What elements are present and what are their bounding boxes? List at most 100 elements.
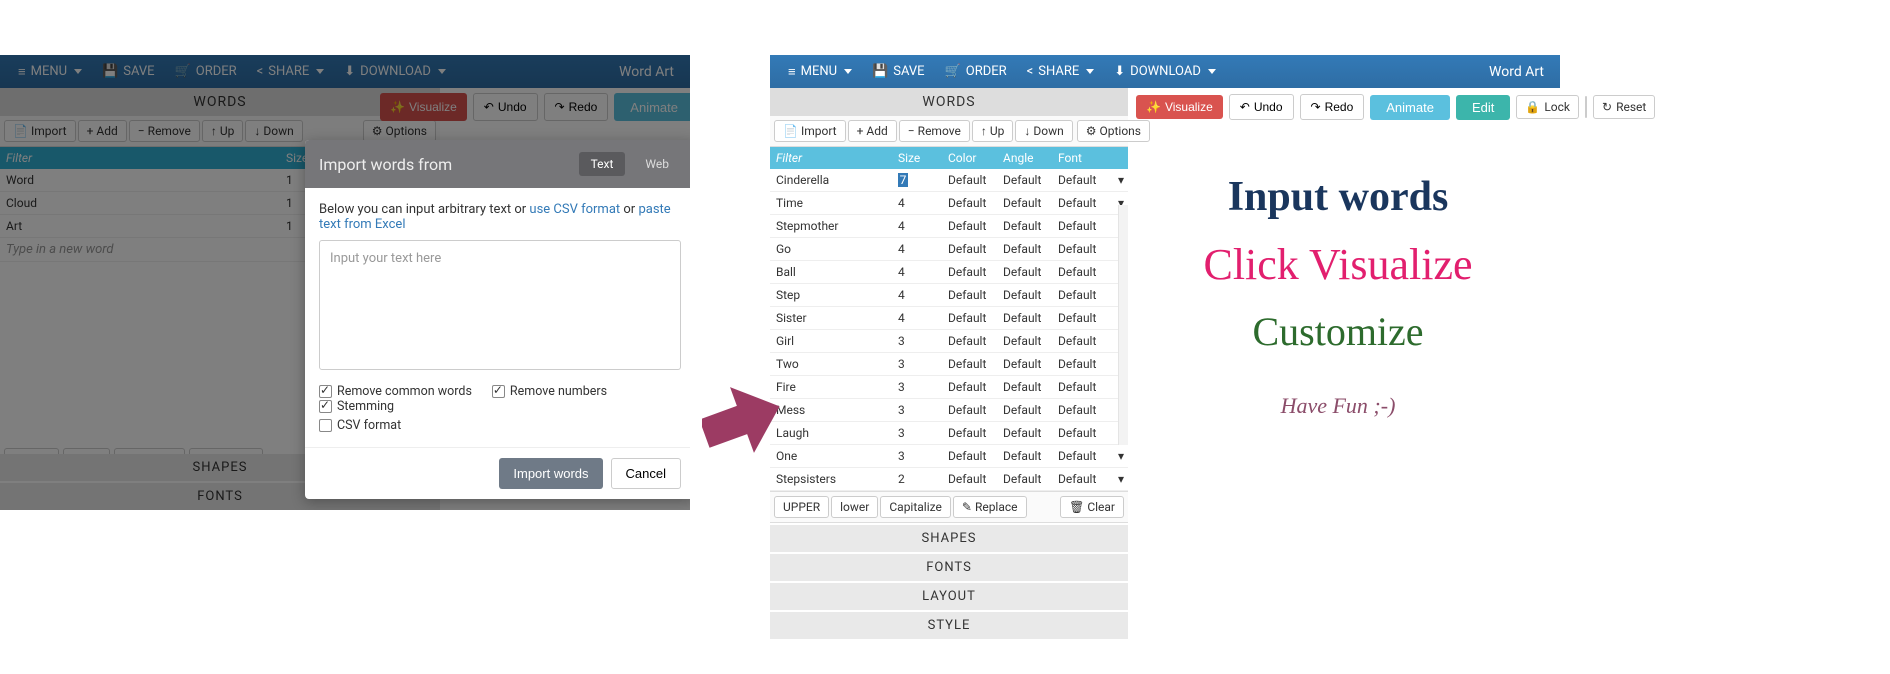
angle-cell[interactable]: Default	[997, 284, 1052, 306]
word-cell[interactable]: Cinderella	[770, 169, 892, 191]
save-button[interactable]: 💾 SAVE	[92, 55, 165, 88]
up-button[interactable]: ↑ Up	[202, 120, 244, 142]
color-cell[interactable]: Default	[942, 445, 997, 467]
font-cell[interactable]: Default	[1052, 284, 1112, 306]
word-cell[interactable]: Stepsisters	[770, 468, 892, 490]
font-cell[interactable]: Default	[1052, 353, 1112, 375]
down-button[interactable]: ↓ Down	[1015, 120, 1072, 142]
remove-common-checkbox[interactable]: Remove common words	[319, 384, 472, 399]
size-cell[interactable]: 3	[892, 376, 942, 398]
words-panel-header[interactable]: WORDS	[770, 88, 1128, 116]
angle-cell[interactable]: Default	[997, 376, 1052, 398]
angle-cell[interactable]: Default	[997, 261, 1052, 283]
order-button[interactable]: 🛒 ORDER	[935, 55, 1017, 88]
options-button[interactable]: ⚙ Options	[363, 120, 436, 142]
tab-text[interactable]: Text	[579, 152, 626, 176]
visualize-button[interactable]: ✨ Visualize	[380, 93, 467, 121]
lock-toggle[interactable]: 🔒Lock	[1516, 95, 1579, 119]
capitalize-button[interactable]: Capitalize	[880, 496, 951, 518]
save-button[interactable]: 💾 SAVE	[862, 55, 935, 88]
font-cell[interactable]: Default	[1052, 399, 1112, 421]
table-row[interactable]: Go4DefaultDefaultDefault▾	[770, 238, 1128, 261]
word-cell[interactable]: Step	[770, 284, 892, 306]
menu-button[interactable]: ≡ MENU	[8, 55, 92, 88]
remove-button[interactable]: − Remove	[129, 120, 200, 142]
word-cell[interactable]: Sister	[770, 307, 892, 329]
table-row[interactable]: Fire3DefaultDefaultDefault▾	[770, 376, 1128, 399]
word-cell[interactable]: Ball	[770, 261, 892, 283]
style-section[interactable]: STYLE	[770, 612, 1128, 639]
size-cell[interactable]: 4	[892, 215, 942, 237]
size-cell[interactable]: 4	[892, 307, 942, 329]
color-cell[interactable]: Default	[942, 330, 997, 352]
word-cell[interactable]: Go	[770, 238, 892, 260]
color-cell[interactable]: Default	[942, 238, 997, 260]
table-row[interactable]: Girl3DefaultDefaultDefault▾	[770, 330, 1128, 353]
menu-button[interactable]: ≡ MENU	[778, 55, 862, 88]
angle-cell[interactable]: Default	[997, 238, 1052, 260]
size-cell[interactable]: 3	[892, 399, 942, 421]
word-cell[interactable]: Cloud	[0, 192, 280, 214]
font-cell[interactable]: Default	[1052, 330, 1112, 352]
csv-format-link[interactable]: use CSV format	[529, 202, 620, 217]
filter-input[interactable]: Filter	[770, 147, 892, 169]
table-row[interactable]: Cinderella7DefaultDefaultDefault▾	[770, 169, 1128, 192]
word-cell[interactable]: Mess	[770, 399, 892, 421]
size-cell[interactable]: 3	[892, 445, 942, 467]
size-cell[interactable]: 3	[892, 422, 942, 444]
chevron-down-icon[interactable]: ▾	[1112, 445, 1128, 467]
reset-button[interactable]: ↻ Reset	[1593, 95, 1655, 119]
word-cell[interactable]: Two	[770, 353, 892, 375]
angle-cell[interactable]: Default	[997, 468, 1052, 490]
table-row[interactable]: Two3DefaultDefaultDefault▾	[770, 353, 1128, 376]
add-button[interactable]: + Add	[78, 120, 127, 142]
word-cell[interactable]: One	[770, 445, 892, 467]
import-button[interactable]: 📄 Import	[4, 120, 76, 142]
table-row[interactable]: Sister4DefaultDefaultDefault▾	[770, 307, 1128, 330]
size-cell[interactable]: 7	[892, 169, 942, 191]
font-cell[interactable]: Default	[1052, 445, 1112, 467]
undo-button[interactable]: ↶ Undo	[1229, 94, 1294, 120]
upper-button[interactable]: UPPER	[774, 496, 829, 518]
word-cell[interactable]: Stepmother	[770, 215, 892, 237]
font-cell[interactable]: Default	[1052, 215, 1112, 237]
down-button[interactable]: ↓ Down	[245, 120, 302, 142]
angle-cell[interactable]: Default	[997, 169, 1052, 191]
table-row[interactable]: Stepsisters2DefaultDefaultDefault▾	[770, 468, 1128, 491]
angle-cell[interactable]: Default	[997, 399, 1052, 421]
chevron-down-icon[interactable]: ▾	[1112, 468, 1128, 490]
size-cell[interactable]: 3	[892, 353, 942, 375]
size-cell[interactable]: 3	[892, 330, 942, 352]
table-row[interactable]: Step4DefaultDefaultDefault▾	[770, 284, 1128, 307]
word-cell[interactable]: Art	[0, 215, 280, 237]
table-row[interactable]: Mess3DefaultDefaultDefault▾	[770, 399, 1128, 422]
font-cell[interactable]: Default	[1052, 169, 1112, 191]
table-row[interactable]: Time4DefaultDefaultDefault▾	[770, 192, 1128, 215]
font-cell[interactable]: Default	[1052, 307, 1112, 329]
redo-button[interactable]: ↷ Redo	[1300, 94, 1365, 120]
color-cell[interactable]: Default	[942, 215, 997, 237]
replace-button[interactable]: ✎ Replace	[953, 496, 1027, 518]
word-cell[interactable]: Laugh	[770, 422, 892, 444]
filter-input[interactable]: Filter	[0, 147, 280, 169]
size-cell[interactable]: 2	[892, 468, 942, 490]
lower-button[interactable]: lower	[831, 496, 878, 518]
download-button[interactable]: ⬇ DOWNLOAD	[334, 55, 456, 88]
import-words-button[interactable]: Import words	[499, 458, 602, 489]
font-cell[interactable]: Default	[1052, 192, 1112, 214]
download-button[interactable]: ⬇ DOWNLOAD	[1104, 55, 1226, 88]
color-cell[interactable]: Default	[942, 192, 997, 214]
table-row[interactable]: Laugh3DefaultDefaultDefault▾	[770, 422, 1128, 445]
color-cell[interactable]: Default	[942, 353, 997, 375]
angle-cell[interactable]: Default	[997, 445, 1052, 467]
angle-cell[interactable]: Default	[997, 215, 1052, 237]
angle-cell[interactable]: Default	[997, 330, 1052, 352]
edit-button[interactable]: Edit	[1456, 95, 1510, 120]
shapes-section[interactable]: SHAPES	[770, 525, 1128, 552]
visualize-button[interactable]: ✨ Visualize	[1136, 95, 1223, 119]
csv-format-checkbox[interactable]: CSV format	[319, 418, 681, 433]
color-cell[interactable]: Default	[942, 468, 997, 490]
tab-web[interactable]: Web	[633, 152, 681, 176]
import-button[interactable]: 📄 Import	[774, 120, 846, 142]
size-cell[interactable]: 4	[892, 238, 942, 260]
